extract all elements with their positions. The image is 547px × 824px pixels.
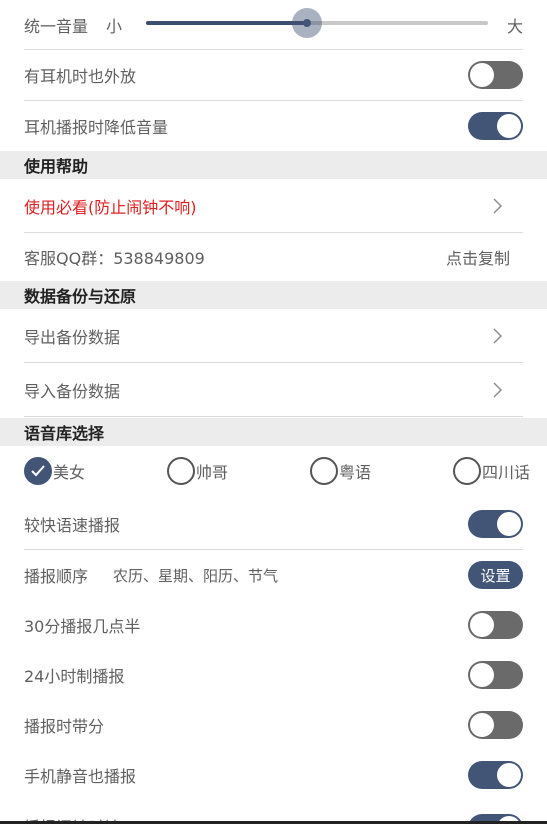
toggle-knob [470, 63, 494, 87]
order-label: 播报顺序 [24, 567, 89, 586]
with-minutes-row: 播报时带分 [24, 700, 523, 750]
lower-volume-headphones-toggle[interactable] [468, 112, 523, 140]
voice-option-sichuan[interactable]: 四川话 [453, 457, 530, 485]
volume-min-label: 小 [106, 16, 123, 36]
half-hour-label: 30分播报几点半 [24, 617, 141, 636]
export-backup-row[interactable]: 导出备份数据 [24, 309, 523, 363]
voice-option-handsome[interactable]: 帅哥 [167, 457, 228, 485]
must-read-label: 使用必看(防止闹钟不响) [24, 197, 197, 217]
must-read-row[interactable]: 使用必看(防止闹钟不响) [24, 179, 523, 233]
voice-option-cantonese[interactable]: 粤语 [310, 457, 371, 485]
speaker-with-headphones-label: 有耳机时也外放 [24, 67, 137, 86]
help-section-title: 使用帮助 [24, 157, 89, 176]
chevron-right-icon [483, 321, 513, 351]
qq-group-row: 客服QQ群：538849809 点击复制 [24, 233, 523, 281]
clock-24h-row: 24小时制播报 [24, 650, 523, 700]
export-backup-label: 导出备份数据 [24, 327, 121, 347]
lower-volume-headphones-row: 耳机播报时降低音量 [24, 101, 523, 151]
voice-option-label: 粤语 [339, 463, 372, 482]
speaker-with-headphones-row: 有耳机时也外放 [24, 50, 523, 101]
speaker-with-headphones-toggle[interactable] [468, 61, 523, 89]
chevron-right-icon [483, 375, 513, 405]
toggle-knob [497, 763, 521, 787]
clock-24h-toggle[interactable] [468, 661, 523, 689]
import-backup-label: 导入备份数据 [24, 381, 121, 401]
silent-mode-toggle[interactable] [468, 761, 523, 789]
lower-volume-headphones-label: 耳机播报时降低音量 [24, 118, 169, 137]
import-backup-row[interactable]: 导入备份数据 [24, 363, 523, 417]
voice-section-title: 语音库选择 [24, 424, 105, 443]
radio-unchecked-icon[interactable] [310, 457, 338, 485]
voice-option-label: 帅哥 [196, 463, 229, 482]
volume-slider-fill [146, 21, 307, 25]
toggle-knob [470, 613, 494, 637]
help-section-header: 使用帮助 [0, 151, 547, 179]
radio-unchecked-icon[interactable] [453, 457, 481, 485]
order-settings-button[interactable]: 设置 [468, 561, 523, 589]
order-row: 播报顺序 农历、星期、阳历、节气 设置 [24, 550, 523, 600]
voice-section-header: 语音库选择 [0, 418, 547, 446]
toggle-knob [470, 713, 494, 737]
volume-slider-thumb[interactable] [291, 8, 322, 38]
backup-section-header: 数据备份与还原 [0, 281, 547, 309]
toggle-knob [470, 663, 494, 687]
fast-speech-label: 较快语速播报 [24, 515, 121, 535]
voice-option-beauty[interactable]: 美女 [24, 457, 85, 485]
with-minutes-label: 播报时带分 [24, 717, 105, 736]
volume-slider[interactable] [146, 8, 488, 38]
voice-option-label: 美女 [53, 463, 86, 482]
voice-option-label: 四川话 [482, 463, 531, 482]
fast-speech-toggle[interactable] [468, 509, 523, 538]
backup-section-title: 数据备份与还原 [24, 287, 137, 306]
half-hour-row: 30分播报几点半 [24, 600, 523, 650]
with-minutes-toggle[interactable] [468, 711, 523, 739]
half-hour-toggle[interactable] [468, 611, 523, 639]
toggle-knob [497, 114, 521, 138]
chevron-right-icon [483, 191, 513, 221]
toggle-knob [497, 511, 521, 536]
silent-mode-label: 手机静音也播报 [24, 767, 137, 786]
volume-row: 统一音量 小 大 [24, 0, 523, 50]
order-value: 农历、星期、阳历、节气 [113, 566, 279, 585]
radio-unchecked-icon[interactable] [167, 457, 195, 485]
copy-button[interactable]: 点击复制 [446, 245, 510, 269]
qq-group-label: 客服QQ群：538849809 [24, 249, 205, 268]
radio-checked-icon[interactable] [24, 457, 52, 485]
volume-max-label: 大 [506, 16, 523, 36]
volume-label: 统一音量 [24, 16, 89, 36]
fast-speech-row: 较快语速播报 [24, 498, 523, 550]
clock-24h-label: 24小时制播报 [24, 667, 125, 686]
silent-mode-row: 手机静音也播报 [24, 750, 523, 800]
